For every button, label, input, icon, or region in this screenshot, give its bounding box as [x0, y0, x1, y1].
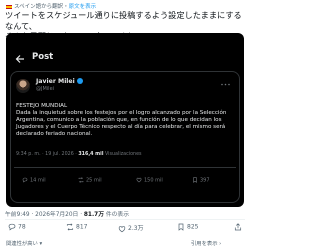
- retweet-icon: [78, 177, 84, 183]
- quoted-post-stats: 14 mil 25 mil 150 mil 397: [6, 177, 244, 189]
- reply-icon: [22, 177, 28, 183]
- verified-badge-icon: [76, 77, 83, 84]
- bookmark-icon: [178, 223, 184, 231]
- reply-count: 78: [18, 223, 26, 231]
- embed-title: Post: [32, 52, 54, 62]
- quoted-like-stat: 150 mil: [136, 177, 163, 184]
- quoted-like-count: 150 mil: [144, 177, 163, 184]
- bookmark-count: 825: [187, 223, 199, 231]
- view-count-label: 件の表示: [104, 212, 130, 218]
- retweet-icon: [66, 223, 74, 231]
- reply-icon: [8, 223, 16, 231]
- avatar: [16, 79, 30, 93]
- back-arrow-icon: [15, 55, 24, 63]
- author-handle: @JMilei: [36, 86, 55, 92]
- like-count: 2.3万: [128, 225, 144, 232]
- share-icon: [234, 223, 242, 231]
- quoted-bookmark-stat: 397: [192, 177, 210, 184]
- quoted-reply-count: 14 mil: [30, 177, 46, 184]
- quoted-retweet-count: 25 mil: [86, 177, 102, 184]
- translation-note: スペイン語から翻訳・原文を表示: [6, 2, 96, 10]
- bookmark-icon: [193, 177, 197, 183]
- quoted-post-views-label: Visualizaciones: [103, 152, 142, 157]
- action-bar: 78 817 2.3万 825: [0, 223, 250, 235]
- quoted-post-time: 9:34 p. m. · 19 jul. 2026 ·: [16, 152, 79, 157]
- tweet-timestamp: 午前9:49 · 2026年7月20日 · 81.7万 件の表示: [5, 209, 129, 218]
- embedded-screenshot[interactable]: Post Javier Milei @JMilei FESTEJO MUNDIA…: [6, 33, 244, 207]
- quoted-post-meta: 9:34 p. m. · 19 jul. 2026 · 316,4 mil Vi…: [16, 152, 142, 157]
- author-name: Javier Milei: [36, 77, 83, 85]
- quoted-post-views: 316,4 mil: [78, 152, 104, 157]
- quoted-reply-stat: 14 mil: [22, 177, 46, 184]
- embed-header: Post: [6, 33, 244, 63]
- timestamp-text: 午前9:49 · 2026年7月20日 ·: [5, 212, 84, 218]
- author-name-text: Javier Milei: [36, 78, 75, 85]
- quoted-bookmark-count: 397: [200, 177, 210, 184]
- heart-icon: [118, 225, 126, 232]
- share-button[interactable]: [234, 223, 244, 231]
- retweet-button[interactable]: 817: [66, 223, 87, 231]
- quoted-retweet-stat: 25 mil: [78, 177, 102, 184]
- retweet-count: 817: [76, 223, 88, 231]
- divider: [5, 219, 245, 220]
- bookmark-button[interactable]: 825: [177, 223, 198, 231]
- sort-relevance-dropdown[interactable]: 関連性が高い ▾: [6, 239, 42, 247]
- reply-button[interactable]: 78: [8, 223, 26, 231]
- quoted-post-body: FESTEJO MUNDIAL Dada la inquietud sobre …: [16, 103, 227, 138]
- view-count: 81.7万: [83, 212, 104, 218]
- spain-flag-icon: [6, 4, 12, 9]
- divider: [14, 167, 236, 168]
- heart-icon: [136, 177, 142, 183]
- like-button[interactable]: 2.3万: [118, 223, 144, 233]
- more-icon: [221, 83, 230, 86]
- view-quotes-link[interactable]: 引用を表示 ›: [191, 239, 221, 247]
